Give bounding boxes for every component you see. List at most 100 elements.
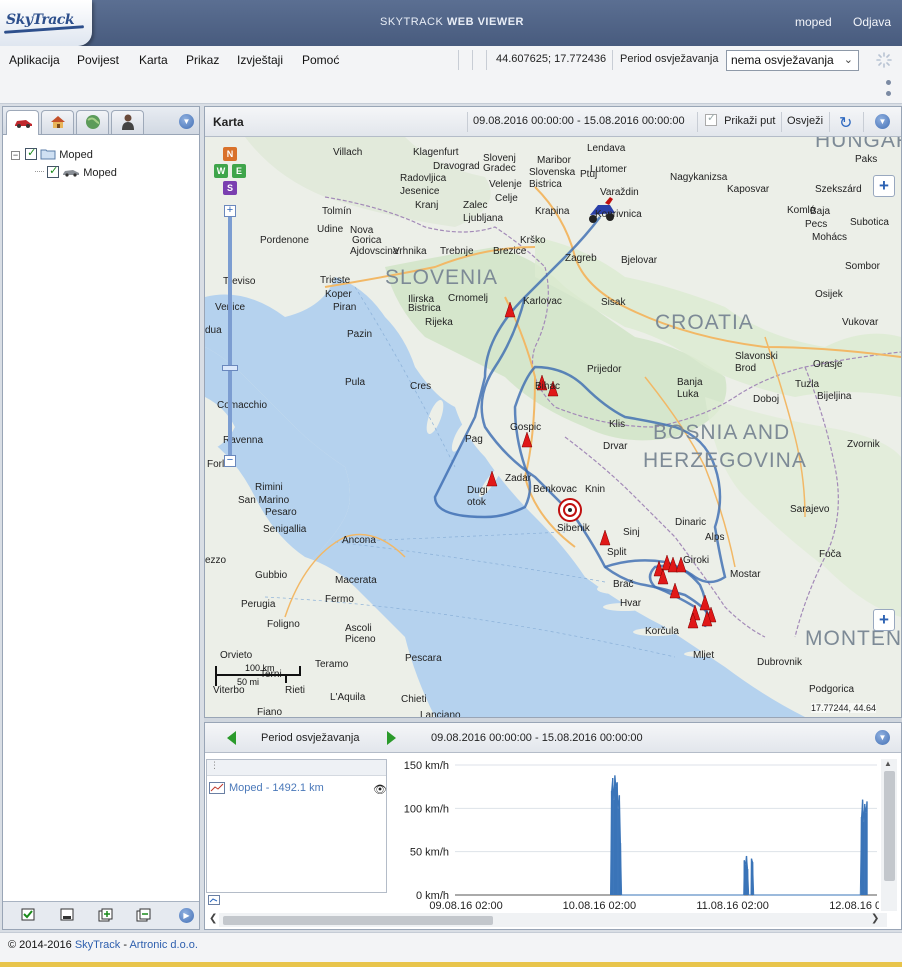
tree-group-row[interactable]: − Moped: [11, 145, 117, 165]
zoom-slider[interactable]: + −: [222, 205, 238, 467]
svg-text:Giroki: Giroki: [683, 555, 709, 566]
group-checkbox[interactable]: [25, 145, 38, 161]
svg-text:Pordenone: Pordenone: [260, 235, 309, 246]
show-route-label: Prikaži put: [724, 115, 776, 127]
nav-south-icon[interactable]: S: [223, 181, 237, 195]
nav-west-icon[interactable]: W: [214, 164, 228, 178]
svg-text:Bijeljina: Bijeljina: [817, 391, 852, 402]
vehicles-panel: ▼ − Moped Moped ▶: [2, 106, 200, 930]
scroll-right-icon[interactable]: ❯: [871, 913, 879, 924]
zoom-handle[interactable]: [222, 365, 238, 371]
svg-text:Doboj: Doboj: [753, 394, 779, 405]
logout-link[interactable]: Odjava: [853, 15, 891, 29]
svg-text:Paks: Paks: [855, 154, 877, 165]
refresh-icon[interactable]: ↻: [839, 113, 852, 133]
svg-text:Karlovac: Karlovac: [523, 296, 562, 307]
menu-aplikacija[interactable]: Aplikacija: [9, 53, 60, 67]
expand-overview-icon[interactable]: +: [873, 609, 895, 631]
map-menu-chevron-icon[interactable]: ▼: [875, 114, 890, 129]
svg-text:Mohács: Mohács: [812, 232, 847, 243]
tab-vehicles[interactable]: [6, 110, 39, 135]
prev-period-icon[interactable]: [227, 731, 236, 745]
toolbar-separator: [781, 112, 782, 132]
speed-chart[interactable]: 0 km/h50 km/h100 km/h150 km/h 09.08.16 0…: [391, 757, 879, 913]
menu-pomoc[interactable]: Pomoć: [302, 53, 339, 67]
show-route-toggle[interactable]: Prikaži put: [705, 111, 776, 127]
skytrack-link[interactable]: SkyTrack: [75, 939, 120, 951]
nav-east-icon[interactable]: E: [232, 164, 246, 178]
current-position-target-icon: [558, 498, 582, 522]
chart-menu-chevron-icon[interactable]: ▼: [875, 730, 890, 745]
horizontal-scroll-thumb[interactable]: [223, 916, 493, 925]
chart-horizontal-scrollbar[interactable]: ❮ ❯: [209, 913, 887, 927]
menu-povijest[interactable]: Povijest: [77, 53, 119, 67]
map-canvas[interactable]: SLOVENIA CROATIA BOSNIA AND HERZEGOVINA …: [205, 137, 901, 717]
vehicle-tree: − Moped Moped: [11, 145, 117, 183]
panel-menu-chevron-icon[interactable]: ▼: [179, 114, 194, 129]
map-panel: Karta 09.08.2016 00:00:00 - 15.08.2016 0…: [204, 106, 902, 718]
tree-group-label: Moped: [59, 149, 93, 161]
person-icon: [121, 114, 134, 130]
svg-text:Ancona: Ancona: [342, 535, 376, 546]
chart-toolbar: Period osvježavanja 09.08.2016 00:00:00 …: [205, 723, 901, 753]
svg-text:Gorica: Gorica: [352, 235, 382, 246]
check-all-icon[interactable]: [21, 908, 37, 922]
footer-accent-bar: [0, 962, 902, 967]
menu-karta[interactable]: Karta: [139, 53, 168, 67]
svg-text:Udine: Udine: [317, 224, 344, 235]
loading-spinner-icon: [876, 52, 892, 68]
svg-text:Sombor: Sombor: [845, 261, 881, 272]
svg-text:SLOVENIA: SLOVENIA: [385, 266, 498, 289]
artronic-link[interactable]: Artronic d.o.o.: [129, 939, 197, 951]
menu-izvjestaji[interactable]: Izvještaji: [237, 53, 283, 67]
skytrack-logo[interactable]: SkyTrack: [0, 0, 92, 46]
vertical-scroll-thumb[interactable]: [884, 771, 895, 881]
legend-series-label[interactable]: Moped - 1492.1 km: [229, 782, 324, 794]
more-options-icon[interactable]: [886, 80, 891, 102]
zoom-out-icon[interactable]: −: [224, 455, 236, 467]
chart-vertical-scrollbar[interactable]: ▲: [881, 759, 897, 911]
zoom-in-icon[interactable]: +: [224, 205, 236, 217]
svg-text:Koprivnica: Koprivnica: [595, 209, 642, 220]
svg-text:Dubrovnik: Dubrovnik: [757, 657, 803, 668]
svg-text:Mostar: Mostar: [730, 569, 761, 580]
svg-text:Ascoli: Ascoli: [345, 623, 372, 634]
tab-users[interactable]: [111, 110, 144, 134]
collapse-all-icon[interactable]: [136, 908, 152, 922]
svg-text:Jesenice: Jesenice: [400, 186, 440, 197]
nav-north-icon[interactable]: N: [223, 147, 237, 161]
refresh-period-select[interactable]: nema osvježavanja ⌄: [726, 50, 859, 71]
line-chart-icon: [209, 782, 225, 794]
svg-text:Zalec: Zalec: [463, 200, 487, 211]
svg-text:CROATIA: CROATIA: [655, 311, 754, 334]
show-route-checkbox[interactable]: [705, 111, 717, 126]
svg-text:Rijeka: Rijeka: [425, 317, 453, 328]
scroll-up-icon[interactable]: ▲: [884, 759, 892, 768]
svg-text:Velenje: Velenje: [489, 179, 522, 190]
tab-zones[interactable]: [76, 110, 109, 134]
svg-text:Crnomelj: Crnomelj: [448, 293, 488, 304]
next-period-icon[interactable]: [387, 731, 396, 745]
svg-text:Bihac: Bihac: [535, 381, 560, 392]
menu-separator: [472, 50, 473, 70]
expand-layers-icon[interactable]: +: [873, 175, 895, 197]
user-name[interactable]: moped: [795, 15, 832, 29]
menu-prikaz[interactable]: Prikaz: [186, 53, 219, 67]
collapse-icon[interactable]: −: [11, 151, 20, 160]
chart-period-label: Period osvježavanja: [261, 732, 360, 744]
forward-icon[interactable]: ▶: [179, 908, 194, 923]
svg-text:Orasje: Orasje: [813, 359, 843, 370]
footer: © 2014-2016 SkyTrack - Artronic d.o.o.: [0, 932, 902, 967]
scale-km-label: 100 km: [245, 663, 275, 673]
tab-places[interactable]: [41, 110, 74, 134]
car-icon: [14, 120, 32, 128]
eye-icon[interactable]: 👁: [373, 783, 387, 796]
refresh-button[interactable]: Osvježi: [787, 115, 823, 127]
tree-vehicle-row[interactable]: Moped: [11, 163, 117, 183]
vehicle-checkbox[interactable]: [47, 163, 60, 179]
uncheck-all-icon[interactable]: [60, 908, 76, 922]
refresh-period-value: nema osvježavanja: [731, 53, 834, 67]
expand-icon[interactable]: [98, 908, 114, 922]
svg-text:Chieti: Chieti: [401, 694, 427, 705]
scroll-left-icon[interactable]: ❮: [209, 913, 217, 924]
